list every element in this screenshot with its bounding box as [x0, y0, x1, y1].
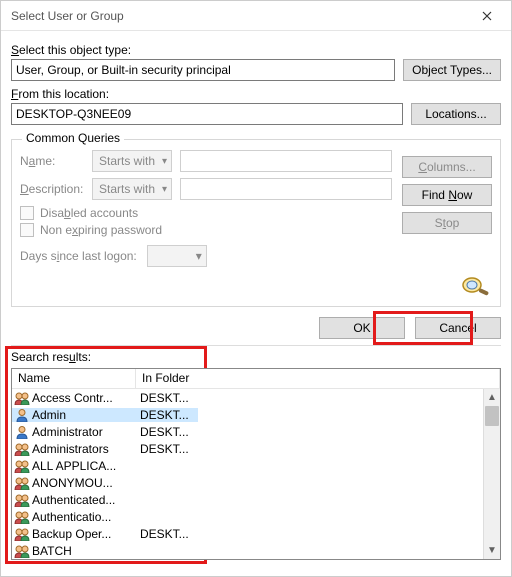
- result-row[interactable]: Access Contr...DESKT...: [12, 389, 500, 406]
- result-name: Backup Oper...: [12, 527, 136, 541]
- query-desc-label: Description:: [20, 182, 92, 196]
- result-row[interactable]: Backup Oper...DESKT...: [12, 525, 500, 542]
- close-button[interactable]: [467, 2, 507, 30]
- group-icon: [14, 442, 30, 456]
- magnifier-icon: [458, 274, 492, 298]
- stop-button[interactable]: Stop: [402, 212, 492, 234]
- query-name-label: Name:: [20, 154, 92, 168]
- locations-button[interactable]: Locations...: [411, 103, 501, 125]
- result-name: ANONYMOU...: [12, 476, 136, 490]
- find-now-button[interactable]: Find Now: [402, 184, 492, 206]
- result-row[interactable]: BATCH: [12, 542, 500, 559]
- result-row[interactable]: AdminDESKT...: [12, 406, 500, 423]
- object-type-field[interactable]: [11, 59, 395, 81]
- object-types-button[interactable]: Object Types...: [403, 59, 501, 81]
- group-icon: [14, 391, 30, 405]
- result-name: Access Contr...: [12, 391, 136, 405]
- result-name: BATCH: [12, 544, 136, 558]
- result-row[interactable]: AdministratorsDESKT...: [12, 440, 500, 457]
- group-icon: [14, 527, 30, 541]
- ok-button[interactable]: OK: [319, 317, 405, 339]
- disabled-accounts-label: Disabled accounts: [40, 206, 138, 220]
- group-icon: [14, 544, 30, 558]
- result-folder: DESKT...: [136, 442, 198, 456]
- group-icon: [14, 476, 30, 490]
- result-name: Administrators: [12, 442, 136, 456]
- user-icon: [14, 425, 30, 439]
- user-icon: [14, 408, 30, 422]
- result-name: Administrator: [12, 425, 136, 439]
- result-row[interactable]: Authenticated...: [12, 491, 500, 508]
- search-results-label: Search results:: [11, 350, 91, 364]
- object-type-label: Select this object type:: [11, 43, 501, 57]
- result-folder: DESKT...: [136, 408, 198, 422]
- chevron-down-icon: ▾: [162, 184, 167, 195]
- group-icon: [14, 493, 30, 507]
- location-field[interactable]: [11, 103, 403, 125]
- desc-match-combo: Starts with ▾: [92, 178, 172, 200]
- group-icon: [14, 459, 30, 473]
- days-since-label: Days since last logon:: [20, 249, 137, 263]
- from-location-label: From this location:: [11, 87, 501, 101]
- result-name: Admin: [12, 408, 136, 422]
- result-name: Authenticated...: [12, 493, 136, 507]
- titlebar: Select User or Group: [1, 1, 511, 31]
- name-match-combo: Starts with ▾: [92, 150, 172, 172]
- result-row[interactable]: AdministratorDESKT...: [12, 423, 500, 440]
- chevron-down-icon: ▾: [196, 249, 202, 263]
- scroll-up-button[interactable]: ▲: [484, 389, 501, 406]
- vertical-scrollbar[interactable]: ▲ ▼: [483, 389, 500, 559]
- days-since-combo: ▾: [147, 245, 207, 267]
- name-match-input: [180, 150, 392, 172]
- common-queries-group: Common Queries Name: Starts with ▾ Descr…: [11, 139, 501, 307]
- columns-button[interactable]: Columns...: [402, 156, 492, 178]
- non-expiring-label: Non expiring password: [40, 223, 162, 237]
- result-name: ALL APPLICA...: [12, 459, 136, 473]
- window-title: Select User or Group: [11, 9, 467, 23]
- column-name[interactable]: Name: [12, 369, 136, 389]
- scroll-down-button[interactable]: ▼: [484, 542, 501, 559]
- chevron-down-icon: ▾: [162, 156, 167, 167]
- close-icon: [482, 11, 492, 21]
- scroll-thumb[interactable]: [485, 406, 499, 426]
- common-queries-legend: Common Queries: [22, 131, 124, 145]
- result-folder: DESKT...: [136, 391, 198, 405]
- disabled-accounts-checkbox: [20, 206, 34, 220]
- cancel-button[interactable]: Cancel: [415, 317, 501, 339]
- result-row[interactable]: Authenticatio...: [12, 508, 500, 525]
- result-row[interactable]: ALL APPLICA...: [12, 457, 500, 474]
- result-folder: DESKT...: [136, 425, 198, 439]
- result-row[interactable]: ANONYMOU...: [12, 474, 500, 491]
- non-expiring-checkbox: [20, 223, 34, 237]
- result-folder: DESKT...: [136, 527, 198, 541]
- desc-match-input: [180, 178, 392, 200]
- column-in-folder[interactable]: In Folder: [136, 369, 500, 389]
- results-list[interactable]: Name In Folder Access Contr...DESKT...Ad…: [11, 368, 501, 560]
- result-name: Authenticatio...: [12, 510, 136, 524]
- group-icon: [14, 510, 30, 524]
